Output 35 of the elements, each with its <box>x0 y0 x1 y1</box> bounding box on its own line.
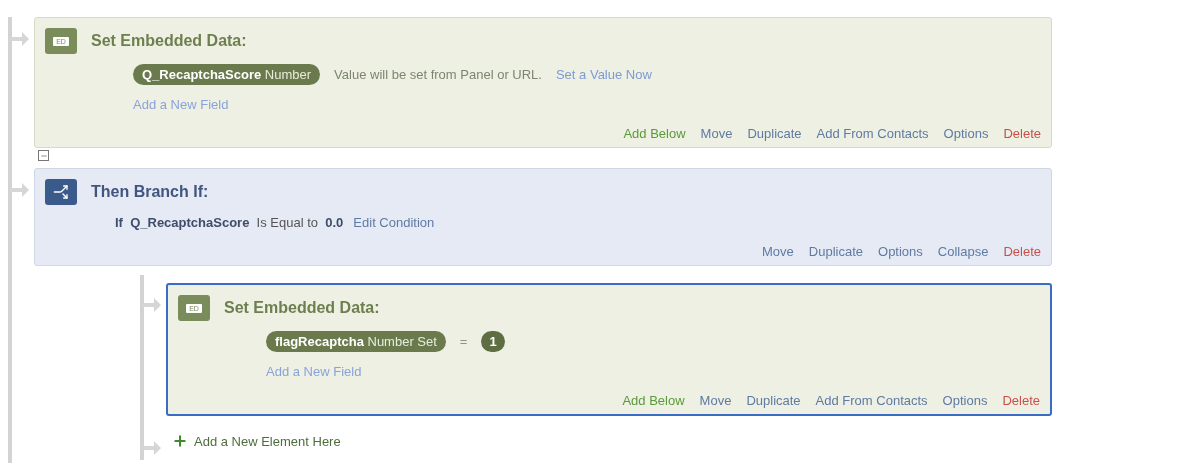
action-link[interactable]: Options <box>878 244 923 259</box>
block-title: Then Branch If: <box>91 183 209 201</box>
value-pill[interactable]: 1 <box>481 331 505 352</box>
split-icon <box>53 184 69 200</box>
action-link[interactable]: Options <box>942 393 988 408</box>
action-link[interactable]: Duplicate <box>746 393 801 408</box>
action-link[interactable]: Delete <box>1003 244 1041 259</box>
add-element-link[interactable]: Add a New Element Here <box>194 433 341 449</box>
field-pill[interactable]: Q_RecaptchaScore Number <box>133 64 321 85</box>
block-title: Set Embedded Data: <box>224 299 380 317</box>
action-link[interactable]: Add From Contacts <box>816 126 929 141</box>
action-link[interactable]: Delete <box>1003 126 1041 141</box>
action-link[interactable]: Add Below <box>623 126 686 141</box>
action-link[interactable]: Duplicate <box>747 126 802 141</box>
action-link[interactable]: Duplicate <box>808 244 863 259</box>
add-field-link[interactable]: Add a New Field <box>133 97 229 112</box>
operator: = <box>459 334 468 349</box>
action-link[interactable]: Options <box>943 126 989 141</box>
block-title: Set Embedded Data: <box>91 32 247 50</box>
action-link[interactable]: Move <box>700 126 733 141</box>
action-link[interactable]: Move <box>762 244 794 259</box>
action-link[interactable]: Delete <box>1002 393 1040 408</box>
field-pill[interactable]: flagRecaptcha Number Set <box>266 331 446 352</box>
action-link[interactable]: Move <box>699 393 732 408</box>
edit-condition-link[interactable]: Edit Condition <box>353 215 435 230</box>
condition-text: If Q_RecaptchaScore Is Equal to 0.0 <box>115 215 344 230</box>
set-value-link[interactable]: Set a Value Now <box>555 67 652 82</box>
action-link[interactable]: Add Below <box>622 393 685 408</box>
action-link[interactable]: Add From Contacts <box>815 393 928 408</box>
branch-card[interactable]: Then Branch If: If Q_RecaptchaScore Is Equal to 0.0 Edit Condition Move Duplicate Options Collapse Delete <box>34 168 1052 266</box>
add-field-link[interactable]: Add a New Field <box>266 364 362 379</box>
collapse-toggle[interactable] <box>38 150 49 161</box>
plus-icon <box>172 433 188 449</box>
field-note: Value will be set from Panel or URL. <box>334 67 542 82</box>
action-link[interactable]: Collapse <box>937 244 989 259</box>
